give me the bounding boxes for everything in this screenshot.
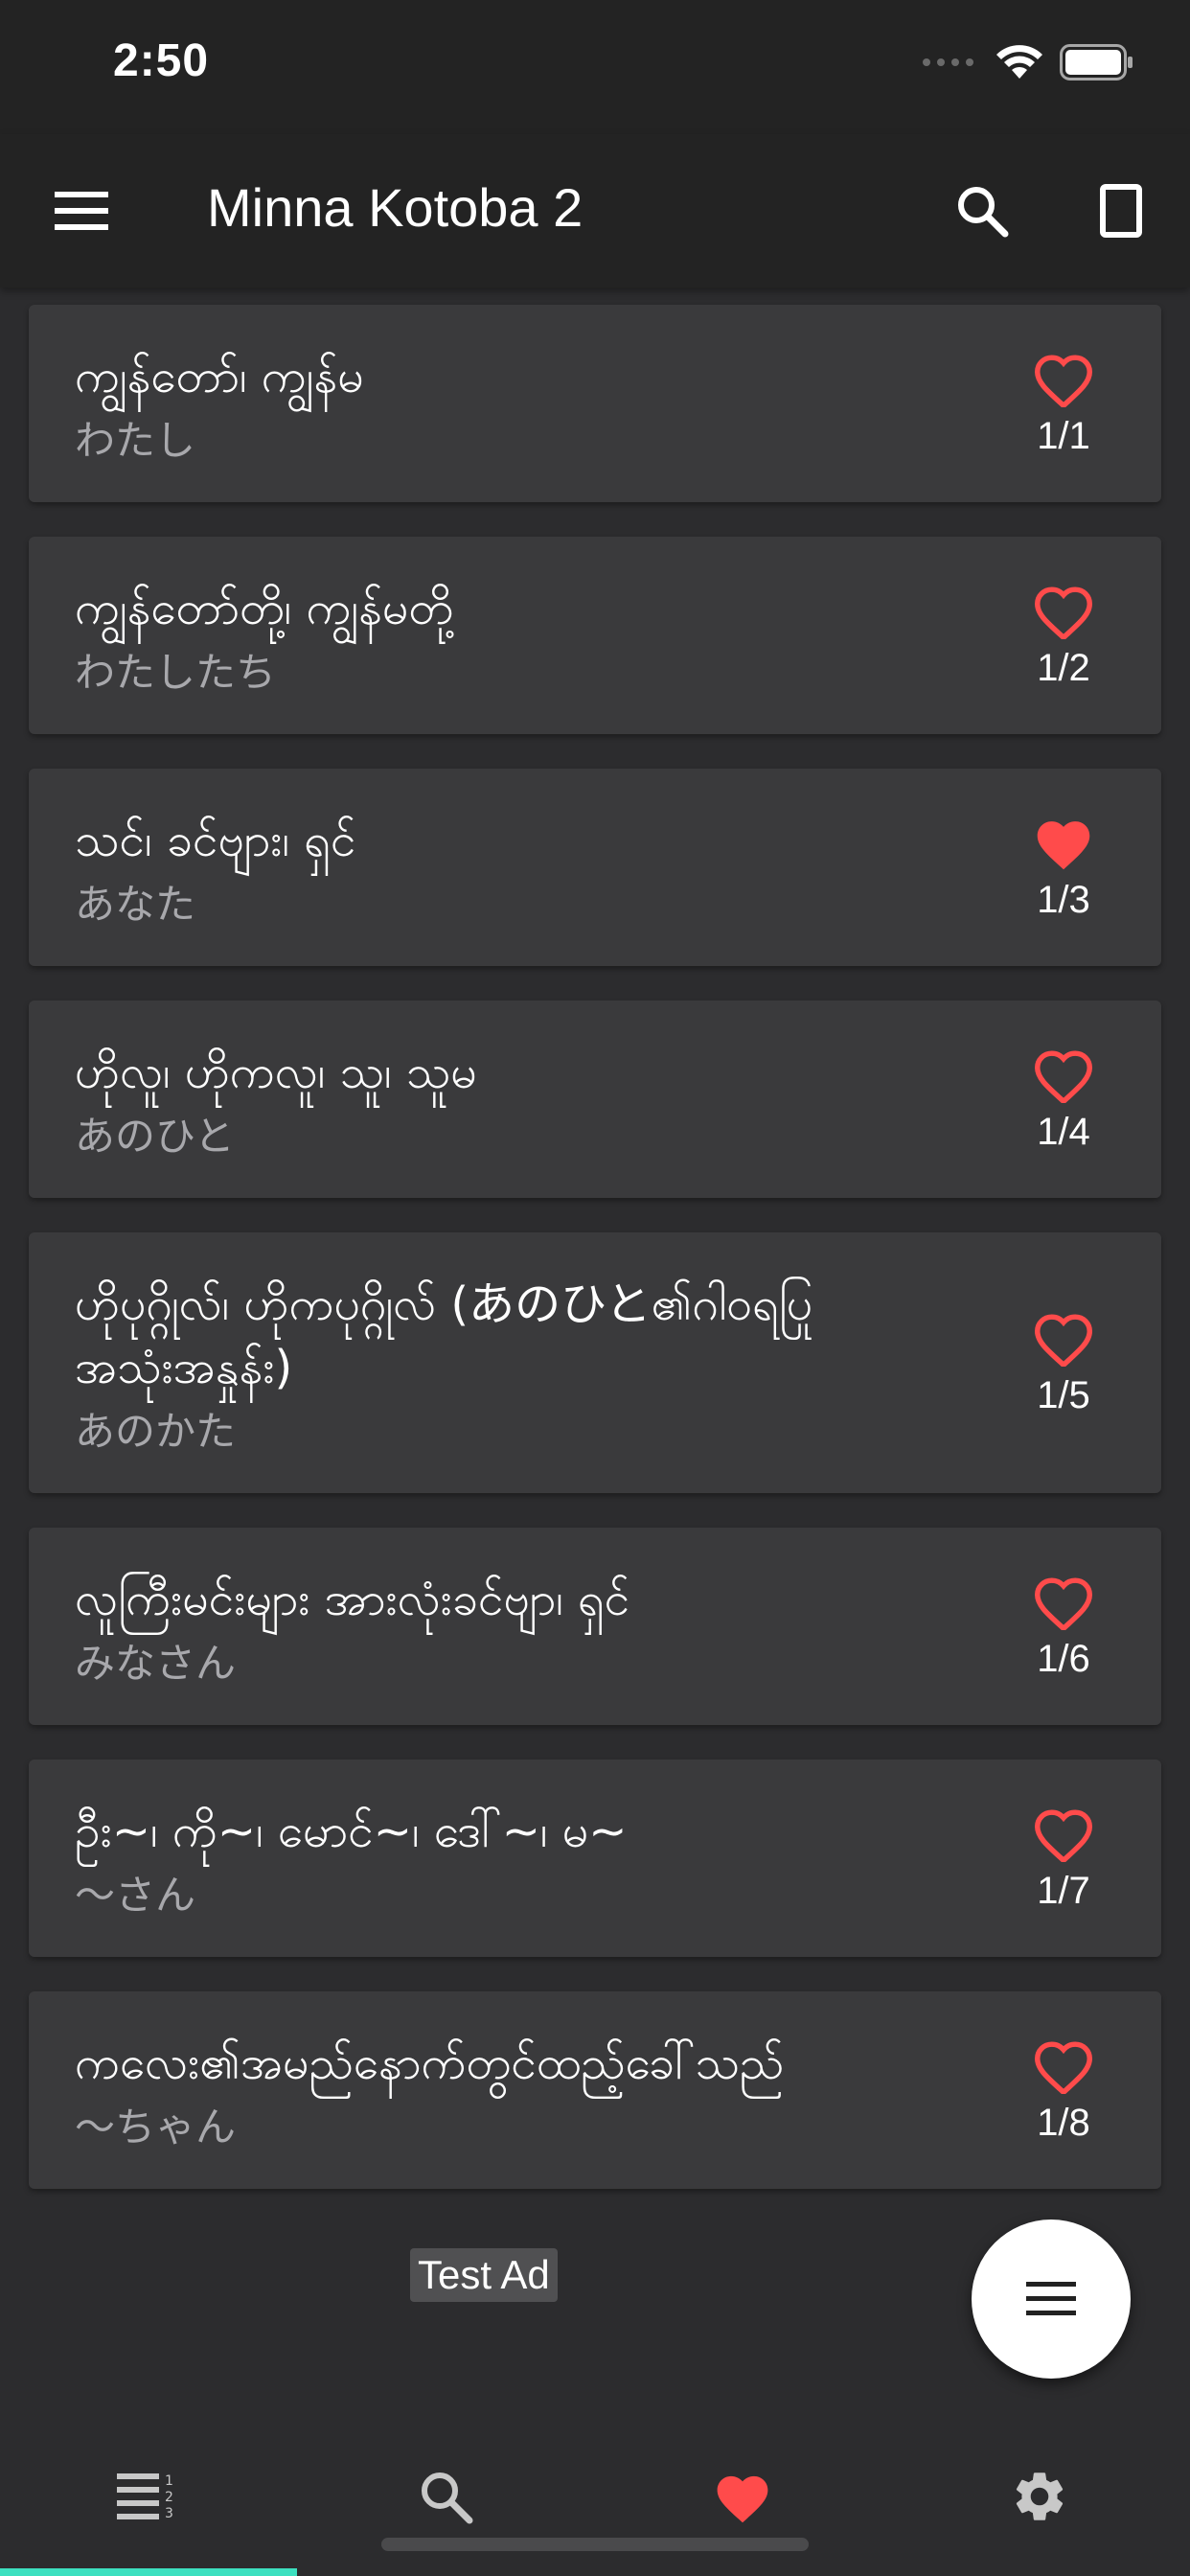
selected-tab-indicator bbox=[0, 2568, 297, 2576]
app-bar: Minna Kotoba 2 bbox=[0, 134, 1190, 288]
card-side: 1/6 bbox=[996, 1528, 1131, 1725]
bottom-navigation: 1 2 3 bbox=[0, 2425, 1190, 2576]
myanmar-meaning: လူကြီးမင်းများ အားလုံးခင်ဗျာ၊ ရှင် bbox=[75, 1573, 630, 1626]
card-side: 1/2 bbox=[996, 537, 1131, 734]
myanmar-meaning: ကလေး၏အမည်နောက်တွင်ထည့်ခေါ်သည် bbox=[75, 2036, 785, 2090]
word-card[interactable]: ဟိုလူ၊ ဟိုကလူ၊ သူ၊ သူမ あのひと 1/4 bbox=[29, 1000, 1161, 1198]
myanmar-meaning: သင်၊ ခင်ဗျား၊ ရှင် bbox=[75, 814, 356, 867]
status-icons bbox=[922, 44, 1134, 80]
myanmar-meaning: ဦး~၊ ကို~၊ မောင်~၊ ဒေါ်~၊ မ~ bbox=[75, 1805, 628, 1858]
view-mode-button[interactable] bbox=[1078, 168, 1164, 254]
test-ad-banner[interactable]: Test Ad bbox=[410, 2248, 558, 2302]
myanmar-meaning: ဟိုပုဂ္ဂိုလ်၊ ဟိုကပုဂ္ဂိုလ် (あのひと၏ဂါ၀ရပြ… bbox=[75, 1277, 813, 1394]
word-card[interactable]: ကျွန်တော်တို့၊ ကျွန်မတို့ わたしたち 1/2 bbox=[29, 537, 1161, 734]
japanese-word: あのかた bbox=[75, 1408, 237, 1455]
svg-text:2: 2 bbox=[165, 2490, 173, 2505]
myanmar-meaning: ကျွန်တော်၊ ကျွန်မ bbox=[75, 350, 364, 403]
heart-outline-icon[interactable] bbox=[1032, 1573, 1095, 1630]
search-icon bbox=[958, 187, 1009, 238]
signal-icon bbox=[923, 58, 973, 66]
word-index: 1/5 bbox=[1037, 1373, 1090, 1416]
card-side: 1/8 bbox=[996, 1991, 1131, 2189]
word-index: 1/6 bbox=[1037, 1637, 1090, 1680]
heart-outline-icon[interactable] bbox=[1032, 2036, 1095, 2094]
status-time: 2:50 bbox=[113, 35, 210, 86]
japanese-word: あのひと bbox=[75, 1113, 235, 1160]
word-index: 1/1 bbox=[1037, 414, 1090, 457]
svg-text:1: 1 bbox=[165, 2473, 173, 2489]
word-text: ကျွန်တော်တို့၊ ကျွန်မတို့ わたしたち bbox=[29, 537, 1161, 734]
japanese-word: みなさん bbox=[75, 1640, 237, 1687]
word-card[interactable]: လူကြီးမင်းများ အားလုံးခင်ဗျာ၊ ရှင် みなさん 1/… bbox=[29, 1528, 1161, 1725]
word-text: ကလေး၏အမည်နောက်တွင်ထည့်ခေါ်သည် ～ちゃん bbox=[29, 1991, 1161, 2189]
heart-outline-icon[interactable] bbox=[1032, 1309, 1095, 1367]
word-card[interactable]: သင်၊ ခင်ဗျား၊ ရှင် あなた 1/3 bbox=[29, 769, 1161, 966]
myanmar-meaning: ကျွန်တော်တို့၊ ကျွန်မတို့ bbox=[75, 582, 454, 635]
menu-icon bbox=[1026, 2282, 1076, 2315]
heart-outline-icon[interactable] bbox=[1032, 1805, 1095, 1862]
battery-icon bbox=[1060, 44, 1133, 80]
heart-filled-icon[interactable] bbox=[1032, 814, 1095, 871]
svg-text:3: 3 bbox=[165, 2506, 173, 2521]
page-title: Minna Kotoba 2 bbox=[207, 177, 584, 238]
nav-tab-list[interactable]: 1 2 3 bbox=[0, 2425, 297, 2568]
card-side: 1/1 bbox=[996, 305, 1131, 502]
floating-menu-button[interactable] bbox=[972, 2220, 1131, 2379]
card-side: 1/4 bbox=[996, 1000, 1131, 1198]
japanese-word: あなた bbox=[75, 881, 196, 928]
menu-icon bbox=[55, 192, 108, 230]
heart-outline-icon[interactable] bbox=[1032, 582, 1095, 639]
word-text: ဟိုပုဂ္ဂိုလ်၊ ဟိုကပုဂ္ဂိုလ် (あのひと၏ဂါ၀ရပြ… bbox=[29, 1232, 1161, 1493]
search-button[interactable] bbox=[939, 168, 1025, 254]
card-view-icon bbox=[1100, 184, 1142, 238]
word-index: 1/3 bbox=[1037, 878, 1090, 921]
word-text: လူကြီးမင်းများ အားလုံးခင်ဗျာ၊ ရှင် みなさん bbox=[29, 1528, 1161, 1725]
japanese-word: ～ちゃん bbox=[75, 2104, 237, 2150]
word-text: သင်၊ ခင်ဗျား၊ ရှင် あなた bbox=[29, 769, 1161, 966]
word-text: ကျွန်တော်၊ ကျွန်မ わたし bbox=[29, 305, 1161, 502]
word-index: 1/4 bbox=[1037, 1110, 1090, 1153]
japanese-word: ～さん bbox=[75, 1872, 196, 1919]
menu-button[interactable] bbox=[38, 172, 125, 249]
heart-outline-icon[interactable] bbox=[1032, 1046, 1095, 1103]
card-side: 1/3 bbox=[996, 769, 1131, 966]
word-card[interactable]: ဟိုပုဂ္ဂိုလ်၊ ဟိုကပုဂ္ဂိုလ် (あのひと၏ဂါ၀ရပြ… bbox=[29, 1232, 1161, 1493]
gear-icon bbox=[1016, 2472, 1064, 2520]
heart-filled-icon bbox=[717, 2475, 768, 2523]
sorted-list-icon: 1 2 3 bbox=[117, 2473, 173, 2521]
card-side: 1/7 bbox=[996, 1760, 1131, 1957]
word-text: ဦး~၊ ကို~၊ မောင်~၊ ဒေါ်~၊ မ~ ～さん bbox=[29, 1760, 1161, 1957]
wifi-icon bbox=[996, 45, 1042, 79]
word-text: ဟိုလူ၊ ဟိုကလူ၊ သူ၊ သူမ あのひと bbox=[29, 1000, 1161, 1198]
word-card[interactable]: ကလေး၏အမည်နောက်တွင်ထည့်ခေါ်သည် ～ちゃん 1/8 bbox=[29, 1991, 1161, 2189]
status-bar: 2:50 bbox=[0, 0, 1190, 134]
heart-outline-icon[interactable] bbox=[1032, 350, 1095, 407]
home-indicator[interactable] bbox=[381, 2538, 809, 2551]
word-card[interactable]: ဦး~၊ ကို~၊ မောင်~၊ ဒေါ်~၊ မ~ ～さん 1/7 bbox=[29, 1760, 1161, 1957]
word-card[interactable]: ကျွန်တော်၊ ကျွန်မ わたし 1/1 bbox=[29, 305, 1161, 502]
card-side: 1/5 bbox=[996, 1232, 1131, 1493]
word-index: 1/8 bbox=[1037, 2101, 1090, 2144]
japanese-word: わたし bbox=[75, 417, 196, 464]
myanmar-meaning: ဟိုလူ၊ ဟိုကလူ၊ သူ၊ သူမ bbox=[75, 1046, 477, 1099]
word-index: 1/2 bbox=[1037, 646, 1090, 689]
japanese-word: わたしたち bbox=[75, 649, 277, 696]
word-list: ကျွန်တော်၊ ကျွန်မ わたし 1/1 ကျွန်တော်တို့၊ ကျ… bbox=[29, 305, 1161, 2223]
word-index: 1/7 bbox=[1037, 1869, 1090, 1912]
search-icon bbox=[422, 2472, 473, 2524]
nav-tab-settings[interactable] bbox=[891, 2425, 1188, 2568]
